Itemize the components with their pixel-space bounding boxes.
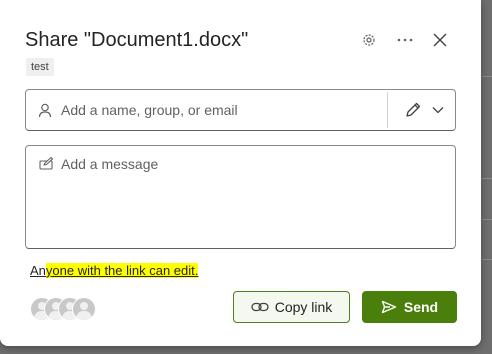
link-settings-prefix: An xyxy=(30,263,46,278)
shared-with-avatars[interactable] xyxy=(30,297,100,321)
background-line xyxy=(480,76,492,77)
compose-icon xyxy=(39,157,54,170)
background-line xyxy=(480,259,492,260)
divider xyxy=(387,92,388,128)
people-search-input[interactable] xyxy=(61,99,371,121)
pencil-icon xyxy=(406,102,421,117)
more-icon xyxy=(397,38,413,42)
send-button[interactable]: Send xyxy=(362,291,457,323)
more-options-button[interactable] xyxy=(393,28,417,52)
link-settings-link[interactable]: Anyone with the link can edit. xyxy=(30,263,199,278)
message-input[interactable] xyxy=(61,156,441,236)
send-label: Send xyxy=(403,299,439,315)
people-picker[interactable] xyxy=(25,89,456,131)
dialog-title: Share "Document1.docx" xyxy=(25,29,249,51)
copy-link-label: Copy link xyxy=(274,299,333,315)
close-button[interactable] xyxy=(428,28,452,52)
person-icon xyxy=(38,103,52,118)
gear-icon xyxy=(363,34,375,46)
background-line xyxy=(480,219,492,220)
copy-link-button[interactable]: Copy link xyxy=(233,291,350,323)
share-dialog: Share "Document1.docx" test Add a name, … xyxy=(0,0,481,346)
close-icon xyxy=(433,33,447,47)
send-icon xyxy=(381,300,397,314)
chevron-down-icon xyxy=(432,107,444,114)
tag-badge: test xyxy=(26,58,54,76)
settings-button[interactable] xyxy=(357,28,381,52)
link-settings-highlighted-text: yone with the link can edit. xyxy=(45,263,199,278)
avatar xyxy=(72,297,96,321)
background-line xyxy=(480,178,492,179)
permission-dropdown-button[interactable] xyxy=(394,94,454,126)
message-box[interactable] xyxy=(25,145,456,249)
link-icon xyxy=(251,302,269,312)
